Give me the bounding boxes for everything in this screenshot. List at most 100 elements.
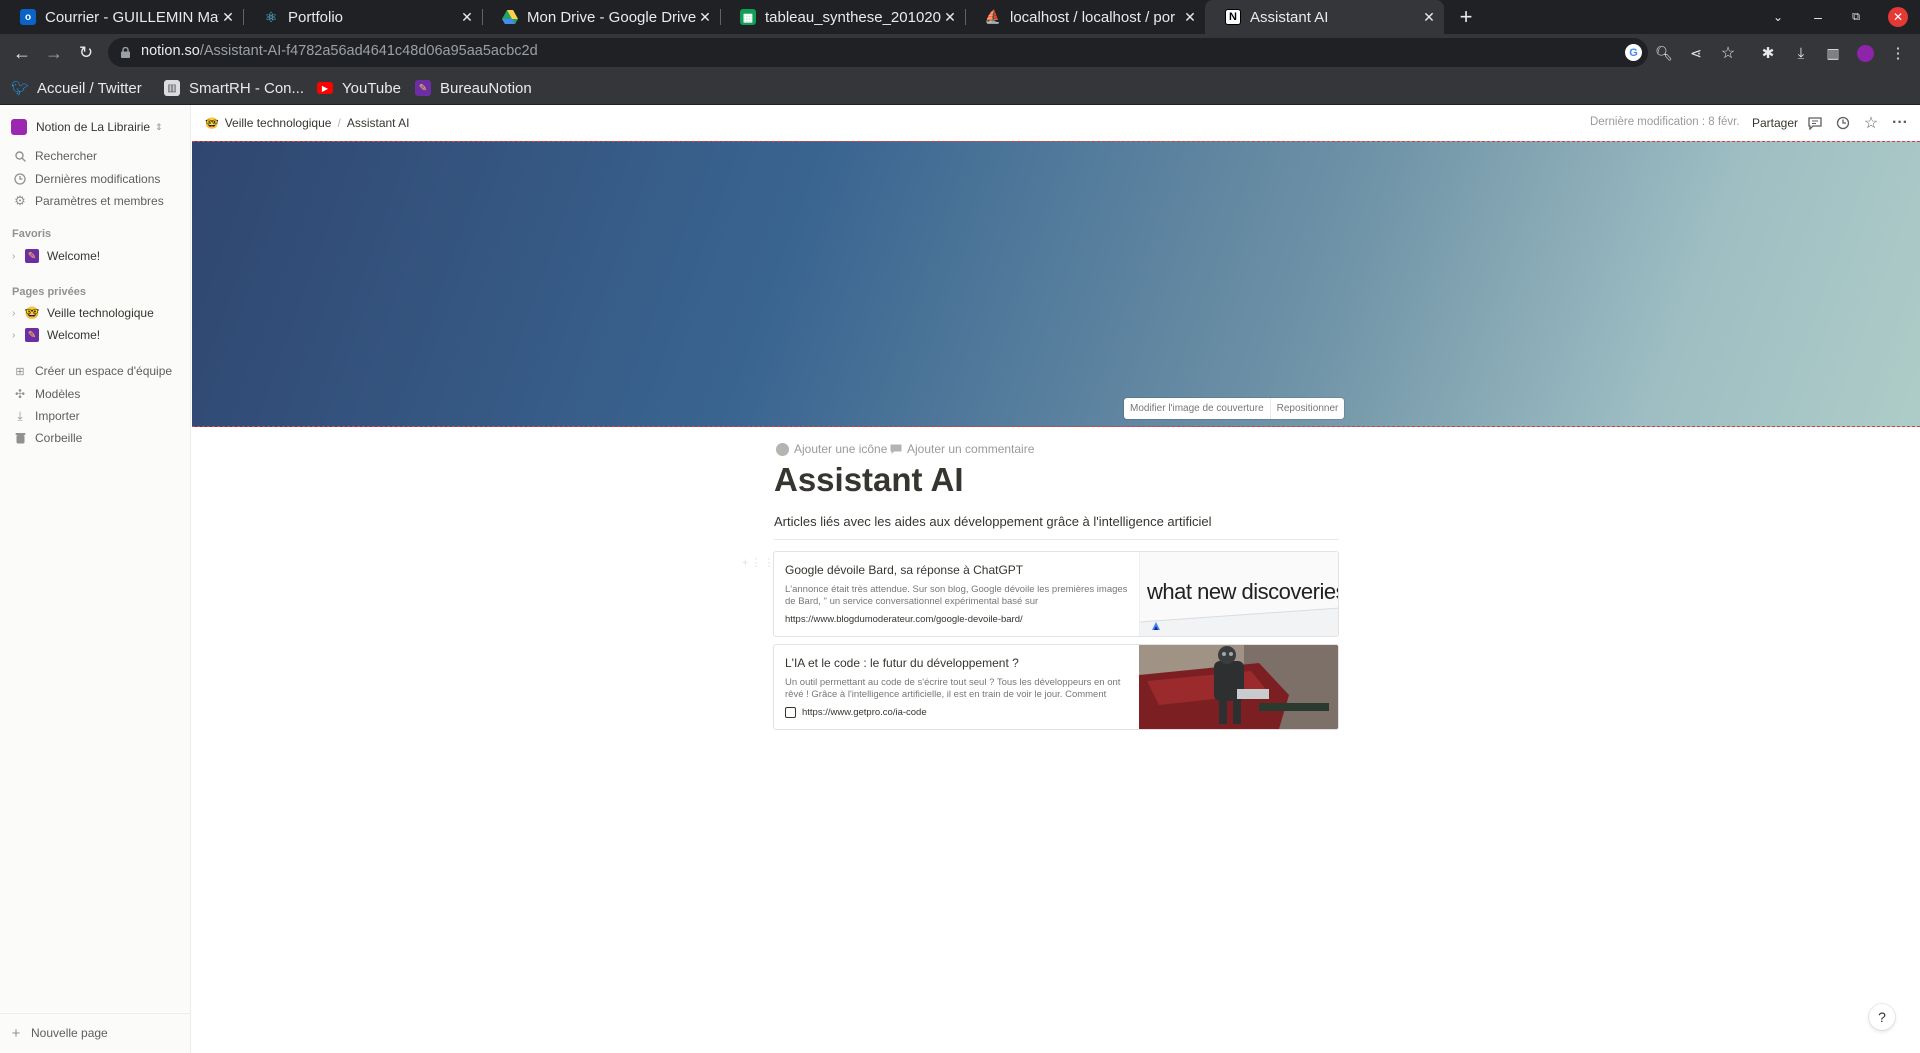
gear-icon: ⚙	[14, 193, 26, 208]
bookmark-smartrh[interactable]: ▥ SmartRH - Con...	[164, 78, 304, 98]
chevron-right-icon[interactable]: ›	[12, 251, 22, 262]
tab-assistant-ai[interactable]: N Assistant AI ✕	[1205, 0, 1444, 34]
sidebar-item-templates[interactable]: ✣ Modèles	[0, 384, 191, 404]
reposition-button[interactable]: Repositionner	[1269, 398, 1345, 419]
back-icon[interactable]: ←	[10, 41, 34, 65]
tab-sheets[interactable]: ▦ tableau_synthese_201020 ✕	[720, 0, 965, 34]
google-lens-icon[interactable]: G	[1625, 44, 1642, 61]
tab-courrier[interactable]: o Courrier - GUILLEMIN Mat ✕	[0, 0, 243, 34]
restore-icon[interactable]: ⧉	[1846, 5, 1866, 29]
browser-toolbar: ← → ↻ notion.so/Assistant-AI-f4782a56ad4…	[0, 34, 1920, 71]
new-page-button[interactable]: + Nouvelle page	[0, 1023, 191, 1043]
profile-avatar[interactable]	[1857, 45, 1874, 62]
bookmark-twitter[interactable]: 🐦︎ Accueil / Twitter	[11, 78, 142, 98]
url-domain: notion.so	[141, 43, 200, 59]
bookmark-youtube[interactable]: ▶ YouTube	[317, 78, 401, 98]
reload-icon[interactable]: ↻	[74, 41, 98, 65]
twitter-icon: 🐦︎	[11, 79, 29, 96]
tab-portfolio[interactable]: ⚛ Portfolio ✕	[243, 0, 482, 34]
side-panel-icon[interactable]: ▥	[1823, 43, 1843, 63]
add-comment-label: Ajouter un commentaire	[907, 442, 1035, 456]
page-description[interactable]: Articles liés avec les aides aux dévelop…	[774, 514, 1212, 529]
bookmark-label: YouTube	[342, 79, 401, 97]
bookmark-url-row: https://www.getpro.co/ia-code	[785, 707, 927, 718]
chevron-right-icon[interactable]: ›	[12, 308, 22, 319]
url-text: notion.so/Assistant-AI-f4782a56ad4641c48…	[141, 43, 538, 59]
more-options-icon[interactable]: ···	[1890, 113, 1910, 133]
sidebar-item-settings[interactable]: ⚙ Paramètres et membres	[0, 191, 191, 211]
sidebar-item-updates[interactable]: Dernières modifications	[0, 169, 191, 189]
workspace-switcher[interactable]: Notion de La Librairie ⇕	[0, 114, 191, 140]
sidebar-item-search[interactable]: Rechercher	[0, 146, 191, 166]
tab-label: Courrier - GUILLEMIN Mat	[45, 8, 219, 26]
templates-icon: ✣	[14, 387, 26, 401]
sidebar-item-trash[interactable]: Corbeille	[0, 428, 191, 448]
chevron-updown-icon: ⇕	[155, 121, 163, 132]
outlook-icon: o	[20, 9, 36, 25]
page-title[interactable]: Assistant AI	[774, 461, 964, 499]
address-bar[interactable]: notion.so/Assistant-AI-f4782a56ad4641c48…	[108, 38, 1648, 67]
bookmark-label: SmartRH - Con...	[189, 79, 305, 97]
sidebar-item-import[interactable]: ⤓ Importer	[0, 406, 191, 426]
sidebar: Notion de La Librairie ⇕ Rechercher Dern…	[0, 105, 191, 1053]
notion-icon: N	[1225, 9, 1241, 25]
bookmark-star-icon[interactable]: ☆	[1718, 43, 1738, 63]
breadcrumb-item-current[interactable]: Assistant AI	[347, 116, 410, 130]
plus-icon: +	[11, 1024, 21, 1042]
extensions-icon[interactable]: ✱	[1758, 43, 1778, 63]
add-comment-button[interactable]: Ajouter un commentaire	[890, 442, 1034, 456]
share-button[interactable]: Partager	[1752, 116, 1798, 130]
page-topbar: 🤓 Veille technologique / Assistant AI De…	[192, 105, 1920, 141]
new-tab-icon[interactable]: +	[1454, 4, 1478, 29]
sidebar-footer-divider	[0, 1013, 190, 1014]
bookmark-description: L'annonce était très attendue. Sur son b…	[785, 584, 1128, 607]
sidebar-item-label: Corbeille	[35, 431, 83, 445]
getpro-icon	[785, 707, 796, 718]
change-cover-button[interactable]: Modifier l'image de couverture	[1124, 398, 1270, 419]
comment-icon	[890, 444, 902, 455]
bookmark-description: Un outil permettant au code de s'écrire …	[785, 677, 1121, 700]
sidebar-item-welcome-favorite[interactable]: › ✎ Welcome!	[0, 246, 191, 266]
close-tab-icon[interactable]: ✕	[458, 8, 476, 26]
import-icon: ⤓	[17, 408, 23, 423]
breadcrumb-item-veille[interactable]: Veille technologique	[225, 116, 332, 130]
share-icon[interactable]: ⋖	[1686, 43, 1706, 63]
cover-controls: Modifier l'image de couverture Repositio…	[1124, 398, 1345, 419]
bookmark-card[interactable]: L'IA et le code : le futur du développem…	[773, 644, 1339, 730]
zoom-icon[interactable]: 🔍︎	[1654, 43, 1674, 63]
chevron-right-icon[interactable]: ›	[12, 330, 22, 341]
tab-google-drive[interactable]: Mon Drive - Google Drive ✕	[482, 0, 720, 34]
tab-search-icon[interactable]: ⌄	[1768, 5, 1788, 29]
sidebar-item-veille[interactable]: › 🤓 Veille technologique	[0, 303, 191, 323]
phpmyadmin-icon: ⛵	[984, 9, 1002, 24]
download-icon[interactable]: ⤓	[1791, 43, 1811, 63]
forward-icon[interactable]: →	[42, 41, 66, 65]
favorite-star-icon[interactable]: ☆	[1862, 113, 1880, 133]
bookmark-card[interactable]: Google dévoile Bard, sa réponse à ChatGP…	[773, 551, 1339, 637]
bookmark-bureaunotion[interactable]: ✎ BureauNotion	[415, 78, 532, 98]
sidebar-item-create-team[interactable]: ⊞ Créer un espace d'équipe	[0, 361, 191, 381]
breadcrumb-separator: /	[337, 116, 341, 130]
close-window-icon[interactable]: ✕	[1888, 7, 1908, 27]
help-button[interactable]: ?	[1869, 1004, 1895, 1030]
nerd-face-icon: 🤓	[24, 306, 40, 320]
minimize-icon[interactable]: –	[1808, 5, 1828, 29]
smartrh-icon: ▥	[164, 80, 180, 96]
menu-icon[interactable]: ⋮	[1888, 43, 1908, 63]
nerd-face-icon: 🤓	[205, 117, 219, 130]
sidebar-item-welcome-private[interactable]: › ✎ Welcome!	[0, 325, 191, 345]
block-handle[interactable]: +⋮⋮	[742, 556, 776, 569]
history-icon[interactable]	[1834, 114, 1852, 132]
close-tab-icon[interactable]: ✕	[1420, 8, 1438, 26]
close-tab-icon[interactable]: ✕	[696, 8, 714, 26]
welcome-page-icon: ✎	[25, 328, 39, 342]
bookmark-thumbnail: what new discoveries	[1139, 552, 1338, 636]
comment-icon[interactable]	[1806, 114, 1824, 132]
add-icon-button[interactable]: Ajouter une icône	[776, 442, 887, 456]
tab-phpmyadmin[interactable]: ⛵ localhost / localhost / por ✕	[965, 0, 1205, 34]
sidebar-item-label: Importer	[35, 409, 80, 423]
sidebar-item-label: Veille technologique	[47, 306, 154, 320]
close-tab-icon[interactable]: ✕	[941, 8, 959, 26]
close-tab-icon[interactable]: ✕	[1181, 8, 1199, 26]
close-tab-icon[interactable]: ✕	[219, 8, 237, 26]
